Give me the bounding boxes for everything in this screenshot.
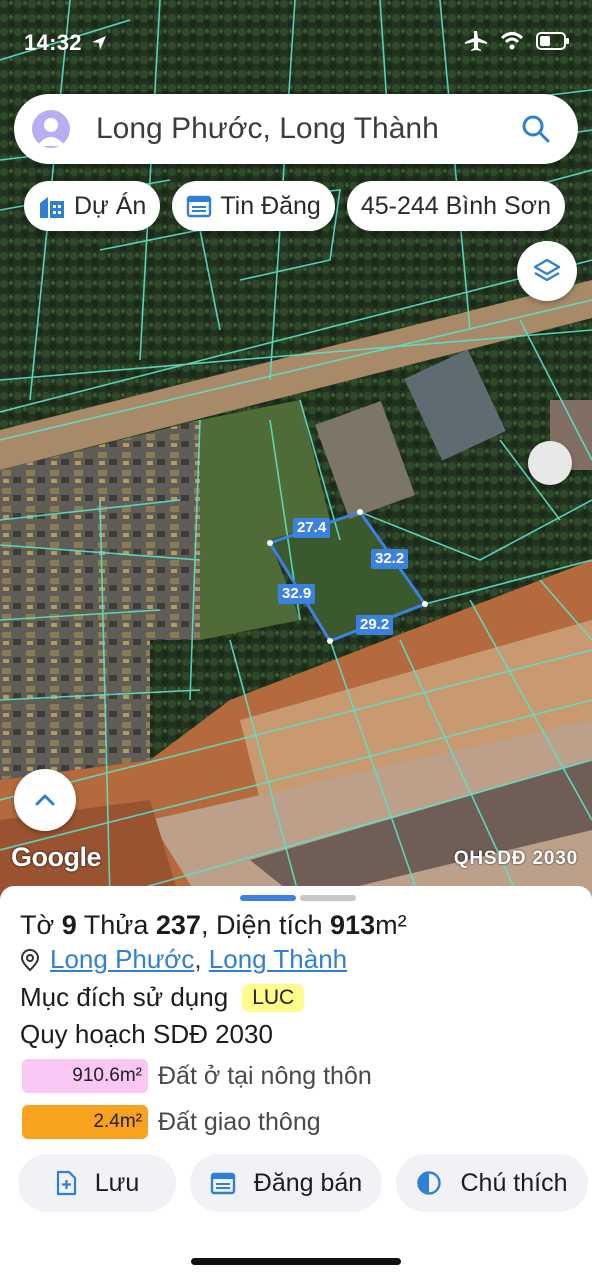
google-logo: Google (11, 842, 102, 872)
legend-row: 910.6m² Đất ở tại nông thôn (22, 1059, 372, 1093)
map-side-handle[interactable] (528, 441, 572, 485)
post-for-sale-button[interactable]: Đăng bán (190, 1154, 382, 1212)
map-view[interactable]: 27.4 32.2 32.9 29.2 14:32 Long Phước, Lo… (0, 0, 592, 900)
page-indicator (300, 895, 356, 901)
chip-listings[interactable]: Tin Đăng (172, 181, 335, 231)
layers-icon (533, 258, 561, 282)
parcel-title: Tờ 9 Thửa 237, Diện tích 913m² (20, 910, 407, 940)
parcel-info-sheet[interactable]: Tờ 9 Thửa 237, Diện tích 913m² Long Phướ… (0, 886, 592, 1280)
action-bar: Lưu Đăng bán Chú thích (18, 1154, 588, 1212)
search-icon (522, 115, 550, 143)
ward-link[interactable]: Long Phước (50, 944, 194, 975)
land-purpose: Mục đích sử dụng LUC (20, 982, 305, 1013)
district-link[interactable]: Long Thành (209, 944, 347, 975)
save-button[interactable]: Lưu (18, 1154, 176, 1212)
calendar-icon (187, 195, 212, 218)
status-bar: 14:32 (0, 0, 592, 90)
airplane-icon (465, 31, 487, 51)
calendar-list-icon (210, 1172, 235, 1195)
legend-swatch: 910.6m² (22, 1059, 148, 1093)
save-plus-icon (56, 1170, 76, 1196)
layer-label: QHSDĐ 2030 (453, 848, 578, 869)
half-circle-icon (417, 1171, 442, 1195)
search-bar[interactable]: Long Phước, Long Thành (14, 94, 578, 164)
location-line: Long Phước, Long Thành (20, 944, 347, 975)
battery-icon (536, 32, 569, 50)
wifi-icon (500, 32, 524, 50)
home-indicator[interactable] (191, 1258, 401, 1265)
chevron-up-icon (35, 794, 55, 806)
plan-title: Quy hoạch SDĐ 2030 (20, 1019, 273, 1049)
building-icon (40, 197, 64, 218)
search-input[interactable]: Long Phước, Long Thành (96, 112, 516, 146)
dimension-label: 32.9 (278, 584, 316, 604)
filter-chips: Dự Án Tin Đăng 45-244 Bình Sơn (24, 181, 565, 231)
page-indicator-active (240, 895, 296, 901)
chip-location-code[interactable]: 45-244 Bình Sơn (346, 181, 565, 231)
search-button[interactable] (516, 109, 556, 149)
dimension-label: 32.2 (371, 549, 409, 569)
purpose-badge: LUC (242, 983, 305, 1012)
layers-button[interactable] (517, 241, 577, 301)
legend-swatch: 2.4m² (22, 1105, 148, 1139)
legend-row: 2.4m² Đất giao thông (22, 1105, 321, 1139)
legend-button[interactable]: Chú thích (396, 1154, 588, 1212)
expand-up-button[interactable] (14, 769, 76, 831)
dimension-label: 29.2 (356, 615, 394, 635)
map-pin-icon (20, 948, 40, 971)
status-time: 14:32 (24, 30, 108, 56)
avatar[interactable] (32, 110, 70, 148)
location-arrow-icon (92, 36, 107, 50)
dimension-label: 27.4 (293, 518, 331, 538)
sheet-handle[interactable] (240, 895, 356, 901)
user-icon (37, 118, 65, 146)
chip-projects[interactable]: Dự Án (24, 181, 161, 231)
